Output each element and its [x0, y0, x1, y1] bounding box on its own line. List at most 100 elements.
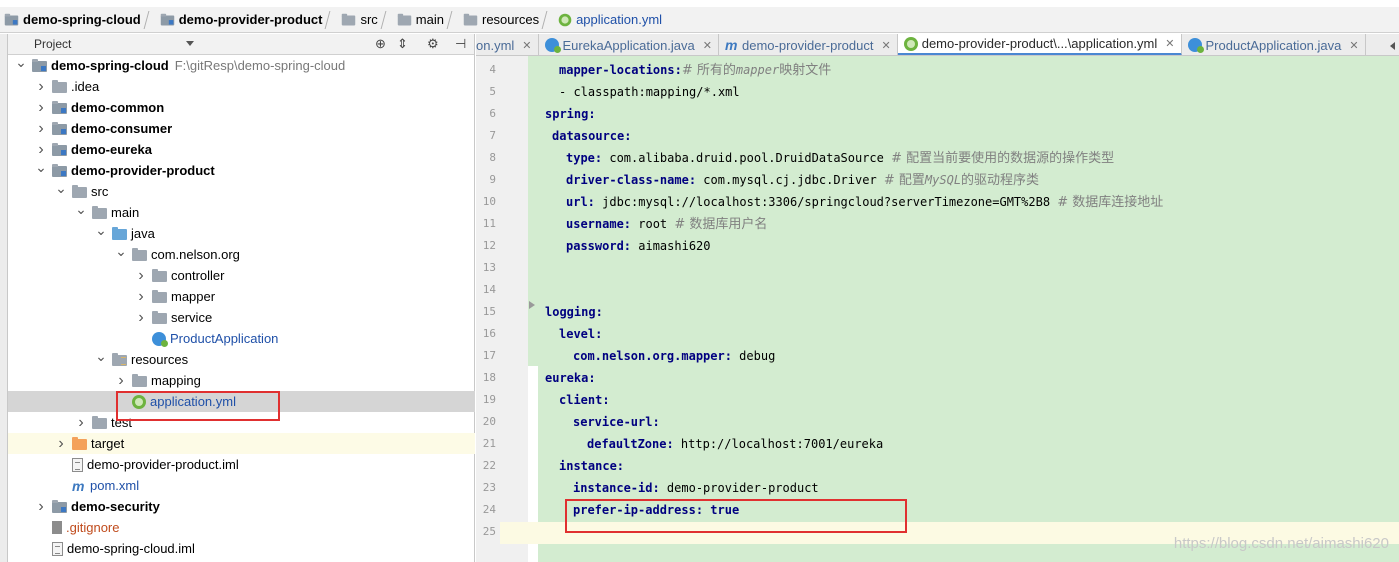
chevron-down-icon[interactable]: ⌄ — [34, 159, 48, 175]
chevron-right-icon[interactable]: › — [134, 288, 148, 305]
code-line[interactable]: type: com.alibaba.druid.pool.DruidDataSo… — [566, 147, 1114, 169]
package-icon — [132, 248, 147, 261]
chevron-down-icon[interactable]: ⌄ — [114, 243, 128, 259]
code-line[interactable]: com.nelson.org.mapper: debug — [573, 345, 775, 367]
tree-item[interactable]: ⌄ main — [8, 201, 475, 223]
tree-item[interactable]: ProductApplication — [8, 328, 475, 349]
tree-item[interactable]: › service — [8, 307, 475, 328]
code-line[interactable]: client: — [559, 389, 610, 411]
breadcrumb-item[interactable]: resources — [459, 7, 542, 32]
tabs-scroll-icon[interactable] — [1389, 34, 1399, 55]
tree-item[interactable]: .gitignore — [8, 517, 475, 538]
chevron-right-icon[interactable]: › — [54, 435, 68, 452]
editor-tab[interactable]: demo-provider-product\...\application.ym… — [897, 34, 1182, 55]
breadcrumb-item[interactable]: demo-provider-product — [156, 7, 326, 32]
comment-text: # 所有的 — [681, 63, 736, 78]
code-line[interactable]: datasource: — [552, 125, 631, 147]
editor-tab[interactable]: EurekaApplication.java ✕ — [539, 34, 719, 55]
tree-item[interactable]: › demo-common — [8, 97, 475, 118]
chevron-right-icon[interactable]: › — [134, 309, 148, 326]
code-line[interactable]: instance-id: demo-provider-product — [573, 477, 819, 499]
code-line[interactable]: level: — [559, 323, 602, 345]
locate-icon[interactable]: ⊕ — [375, 37, 386, 51]
tree-item[interactable]: ⌄ demo-spring-cloud F:\gitResp\demo-spring… — [8, 54, 475, 76]
tree-item[interactable]: demo-spring-cloud.iml — [8, 538, 475, 559]
code-line[interactable]: defaultZone: http://localhost:7001/eurek… — [587, 433, 883, 455]
chevron-right-icon[interactable]: › — [34, 498, 48, 515]
code-line[interactable]: instance: — [559, 455, 624, 477]
tree-item[interactable]: › target — [8, 433, 475, 454]
editor-tab[interactable]: ProductApplication.java ✕ — [1182, 34, 1366, 55]
chevron-down-icon[interactable]: ⌄ — [14, 54, 28, 70]
folder-icon — [4, 13, 19, 26]
comment-text: 的驱动程序类 — [961, 173, 1040, 188]
yaml-key: driver-class-name: — [566, 173, 697, 187]
line-number: 25 — [482, 525, 496, 538]
breadcrumb-item[interactable]: src — [337, 7, 380, 32]
tree-item[interactable]: › demo-consumer — [8, 118, 475, 139]
tree-item[interactable]: › mapper — [8, 286, 475, 307]
breadcrumb-label: main — [415, 12, 444, 27]
chevron-right-icon[interactable]: › — [34, 141, 48, 158]
tree-item[interactable]: m pom.xml — [8, 475, 475, 496]
chevron-down-icon[interactable]: ⌄ — [74, 201, 88, 217]
editor-tab[interactable]: m demo-provider-product ✕ — [719, 34, 898, 55]
gear-icon[interactable]: ⚙ — [427, 37, 439, 51]
tree-item[interactable]: ⌄ com.nelson.org — [8, 243, 475, 265]
fold-marker-icon[interactable] — [529, 301, 535, 309]
code-line[interactable]: spring: — [545, 103, 596, 125]
yaml-key: com.nelson.org.mapper: — [573, 349, 732, 363]
tree-item[interactable]: ⌄ src — [8, 180, 475, 202]
tree-item[interactable]: ⌄ java — [8, 222, 475, 244]
project-panel-title[interactable]: Project — [34, 37, 71, 51]
breadcrumb-item[interactable]: main — [393, 7, 447, 32]
tree-item-label: mapping — [151, 373, 201, 388]
breadcrumb-item[interactable]: application.yml — [554, 7, 665, 32]
close-icon[interactable]: ✕ — [703, 39, 712, 52]
tree-item[interactable]: › mapping — [8, 370, 475, 391]
close-icon[interactable]: ✕ — [1349, 39, 1358, 52]
close-icon[interactable]: ✕ — [1165, 37, 1174, 50]
tree-item[interactable]: › .idea — [8, 76, 475, 97]
tree-item[interactable]: demo-provider-product.iml — [8, 454, 475, 475]
line-number: 18 — [482, 371, 496, 384]
hide-panel-icon[interactable]: ⊣ — [455, 37, 466, 51]
tree-item[interactable]: ⌄ resources — [8, 348, 475, 370]
tree-item[interactable]: › demo-security — [8, 496, 475, 517]
code-area[interactable]: 4 5 6 7 8 9 10 11 12 13 14 15 16 17 18 19 20 21 22 23 24 25 m… — [476, 56, 1399, 562]
code-line[interactable]: service-url: — [573, 411, 660, 433]
chevron-down-icon[interactable]: ⌄ — [94, 222, 108, 238]
close-icon[interactable]: ✕ — [882, 39, 891, 52]
left-tool-strip[interactable] — [0, 34, 8, 562]
chevron-right-icon[interactable]: › — [134, 267, 148, 284]
maven-icon: m — [724, 37, 738, 53]
tree-item[interactable]: ⌄ demo-provider-product — [8, 159, 475, 181]
line-number: 9 — [489, 173, 496, 186]
code-line[interactable]: password: aimashi620 — [566, 235, 711, 257]
code-line[interactable]: eureka: — [545, 367, 596, 389]
code-line[interactable]: driver-class-name: com.mysql.cj.jdbc.Dri… — [566, 169, 1039, 191]
code-line[interactable]: username: root # 数据库用户名 — [566, 213, 767, 235]
chevron-right-icon[interactable]: › — [34, 78, 48, 95]
close-icon[interactable]: ✕ — [522, 39, 531, 52]
collapse-all-icon[interactable]: ⇕ — [397, 37, 408, 51]
tree-item[interactable]: › controller — [8, 265, 475, 286]
chevron-right-icon[interactable]: › — [34, 99, 48, 116]
yaml-key: defaultZone: — [587, 437, 674, 451]
code-line[interactable]: logging: — [545, 301, 603, 323]
breadcrumb-item[interactable]: demo-spring-cloud — [0, 7, 144, 32]
chevron-right-icon[interactable]: › — [74, 414, 88, 431]
chevron-down-icon[interactable] — [186, 41, 194, 46]
tab-label: EurekaApplication.java — [562, 37, 695, 53]
code-line[interactable]: - classpath:mapping/*.xml — [559, 81, 740, 103]
tree-item[interactable]: › demo-eureka — [8, 139, 475, 160]
editor-tab[interactable]: on.yml ✕ — [476, 34, 539, 55]
code-line[interactable]: mapper-locations:# 所有的mapper映射文件 — [559, 59, 831, 81]
chevron-right-icon[interactable]: › — [34, 120, 48, 137]
code-line[interactable]: url: jdbc:mysql://localhost:3306/springc… — [566, 191, 1163, 213]
chevron-down-icon[interactable]: ⌄ — [54, 180, 68, 196]
yaml-comment: # 配置MySQL的驱动程序类 — [884, 173, 1039, 188]
chevron-down-icon[interactable]: ⌄ — [94, 348, 108, 364]
chevron-right-icon[interactable]: › — [114, 372, 128, 389]
line-number: 8 — [489, 151, 496, 164]
